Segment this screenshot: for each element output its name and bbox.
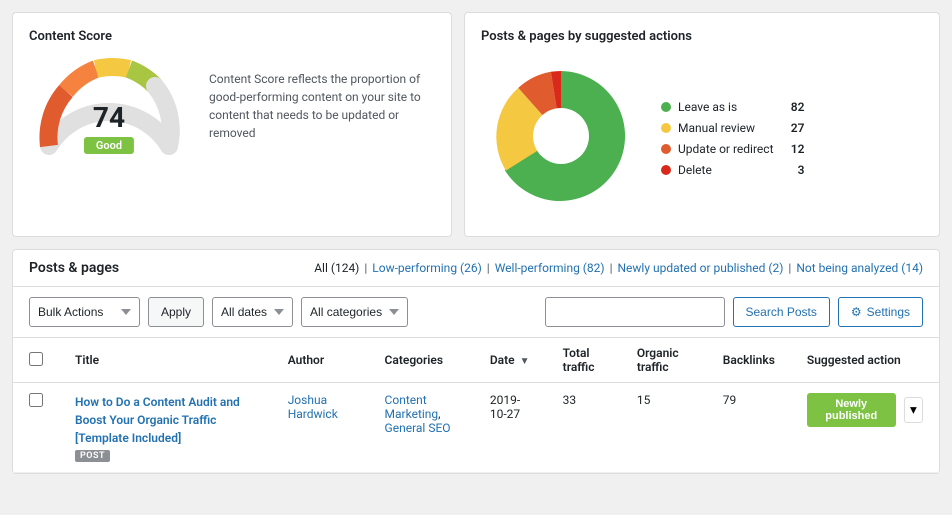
row-author-cell: Joshua Hardwick (272, 383, 369, 473)
donut-panel-title: Posts & pages by suggested actions (481, 29, 923, 44)
legend-label-manual: Manual review (678, 121, 774, 135)
row-action-cell: Newly published ▾ (791, 383, 939, 473)
donut-legend: Leave as is 82 Manual review 27 Update o… (661, 100, 805, 177)
row-checkbox-cell (13, 383, 59, 473)
col-date-header[interactable]: Date ▼ (474, 338, 547, 383)
legend-value-manual: 27 (781, 121, 805, 135)
col-author-header: Author (272, 338, 369, 383)
category-link-1[interactable]: Content Marketing (385, 393, 439, 421)
col-title-header: Title (59, 338, 272, 383)
donut-chart (481, 56, 641, 220)
post-type-tag: POST (75, 450, 110, 462)
filter-all[interactable]: All (124) (314, 261, 359, 275)
toolbar-right: Search Posts ⚙ Settings (545, 297, 924, 327)
row-date-cell: 2019-10-27 (474, 383, 547, 473)
filter-not-analyzed[interactable]: Not being analyzed (14) (796, 261, 923, 275)
legend-label-delete: Delete (678, 163, 774, 177)
filter-well-performing[interactable]: Well-performing (82) (495, 261, 605, 275)
content-score-title: Content Score (29, 29, 435, 44)
donut-content: Leave as is 82 Manual review 27 Update o… (481, 56, 923, 220)
table-row: How to Do a Content Audit and Boost Your… (13, 383, 939, 473)
legend-item-manual: Manual review 27 (661, 121, 805, 135)
filter-links: All (124) | Low-performing (26) | Well-p… (314, 261, 923, 275)
toolbar: Bulk Actions Edit Move to Trash Apply Al… (13, 287, 939, 338)
row-title-cell: How to Do a Content Audit and Boost Your… (59, 383, 272, 473)
settings-label: Settings (867, 305, 910, 319)
donut-panel: Posts & pages by suggested actions (464, 12, 940, 237)
author-link[interactable]: Joshua Hardwick (288, 393, 338, 421)
chevron-down-icon: ▾ (910, 402, 917, 418)
suggested-action-button[interactable]: Newly published (807, 393, 896, 427)
categories-select[interactable]: All categories (301, 297, 408, 327)
gauge-label: Good (84, 137, 134, 154)
gauge-number: 74 (93, 101, 125, 134)
col-backlinks-header: Backlinks (707, 338, 791, 383)
posts-pages-title: Posts & pages (29, 260, 119, 276)
col-organic-traffic-header: Organic traffic (621, 338, 707, 383)
legend-value-update: 12 (781, 142, 805, 156)
legend-item-delete: Delete 3 (661, 163, 805, 177)
legend-dot-update (661, 144, 671, 154)
posts-header: Posts & pages All (124) | Low-performing… (13, 250, 939, 287)
col-suggested-action-header: Suggested action (791, 338, 939, 383)
row-backlinks-cell: 79 (707, 383, 791, 473)
col-total-traffic-header: Total traffic (547, 338, 621, 383)
post-title-link[interactable]: How to Do a Content Audit and Boost Your… (75, 395, 240, 445)
legend-label-update: Update or redirect (678, 142, 774, 156)
col-checkbox (13, 338, 59, 383)
legend-dot-delete (661, 165, 671, 175)
legend-dot-leave (661, 102, 671, 112)
table-header-row: Title Author Categories Date ▼ Total tra… (13, 338, 939, 383)
legend-item-leave: Leave as is 82 (661, 100, 805, 114)
bulk-actions-select[interactable]: Bulk Actions Edit Move to Trash (29, 297, 140, 327)
row-total-traffic-cell: 33 (547, 383, 621, 473)
legend-dot-manual (661, 123, 671, 133)
row-categories-cell: Content Marketing, General SEO (369, 383, 474, 473)
col-categories-header: Categories (369, 338, 474, 383)
dates-select[interactable]: All dates (212, 297, 293, 327)
content-score-panel: Content Score (12, 12, 452, 237)
gear-icon: ⚙ (851, 305, 862, 319)
sort-arrow-icon: ▼ (520, 356, 530, 367)
gauge-description: Content Score reflects the proportion of… (209, 70, 435, 142)
posts-pages-section: Posts & pages All (124) | Low-performing… (12, 249, 940, 474)
action-cell-container: Newly published ▾ (807, 393, 923, 427)
filter-low-performing[interactable]: Low-performing (26) (372, 261, 482, 275)
row-organic-traffic-cell: 15 (621, 383, 707, 473)
apply-button[interactable]: Apply (148, 297, 204, 327)
gauge-wrap: 74 Good (29, 56, 189, 156)
legend-value-delete: 3 (781, 163, 805, 177)
filter-newly-updated[interactable]: Newly updated or published (2) (617, 261, 783, 275)
select-all-checkbox[interactable] (29, 352, 43, 366)
action-chevron-button[interactable]: ▾ (904, 397, 923, 423)
gauge-container: 74 Good Content Score reflects the propo… (29, 56, 435, 156)
legend-label-leave: Leave as is (678, 100, 774, 114)
settings-button[interactable]: ⚙ Settings (838, 297, 923, 327)
toolbar-left: Bulk Actions Edit Move to Trash Apply Al… (29, 297, 408, 327)
posts-table: Title Author Categories Date ▼ Total tra… (13, 338, 939, 473)
legend-value-leave: 82 (781, 100, 805, 114)
search-posts-button[interactable]: Search Posts (733, 297, 830, 327)
legend-item-update: Update or redirect 12 (661, 142, 805, 156)
category-link-2[interactable]: General SEO (385, 421, 451, 435)
row-checkbox[interactable] (29, 393, 43, 407)
search-input[interactable] (545, 297, 725, 327)
